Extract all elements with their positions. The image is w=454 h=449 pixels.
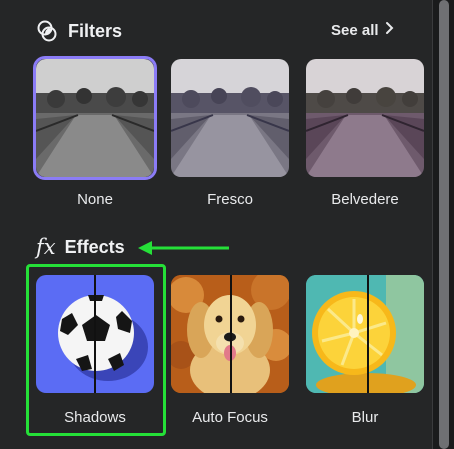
filter-label-none: None (77, 191, 113, 208)
scrollbar[interactable] (432, 0, 454, 449)
filter-label-fresco: Fresco (207, 191, 253, 208)
see-all-label: See all (331, 21, 379, 39)
highlight-box-shadows (26, 264, 166, 436)
arrow-left-icon (136, 238, 232, 258)
filter-thumb-none[interactable] (36, 59, 154, 177)
effects-header: fx Effects (36, 236, 125, 258)
filter-thumb-fresco[interactable] (171, 59, 289, 177)
effects-panel: Filters See all None Fresco Belvedere fx… (0, 0, 432, 449)
filter-label-belvedere: Belvedere (331, 191, 399, 208)
filters-icon (36, 20, 58, 42)
fx-icon: fx (36, 235, 56, 259)
effects-title: Effects (64, 236, 125, 257)
chevron-right-icon (385, 21, 394, 39)
scrollbar-thumb[interactable] (439, 0, 449, 449)
filters-title: Filters (68, 20, 123, 41)
effect-thumb-blur[interactable] (306, 275, 424, 393)
effect-label-auto-focus: Auto Focus (192, 409, 268, 426)
filter-thumb-belvedere[interactable] (306, 59, 424, 177)
see-all-link[interactable]: See all (331, 21, 394, 39)
filters-header: Filters (36, 20, 122, 42)
effect-thumb-auto-focus[interactable] (171, 275, 289, 393)
effect-label-blur: Blur (351, 409, 379, 426)
